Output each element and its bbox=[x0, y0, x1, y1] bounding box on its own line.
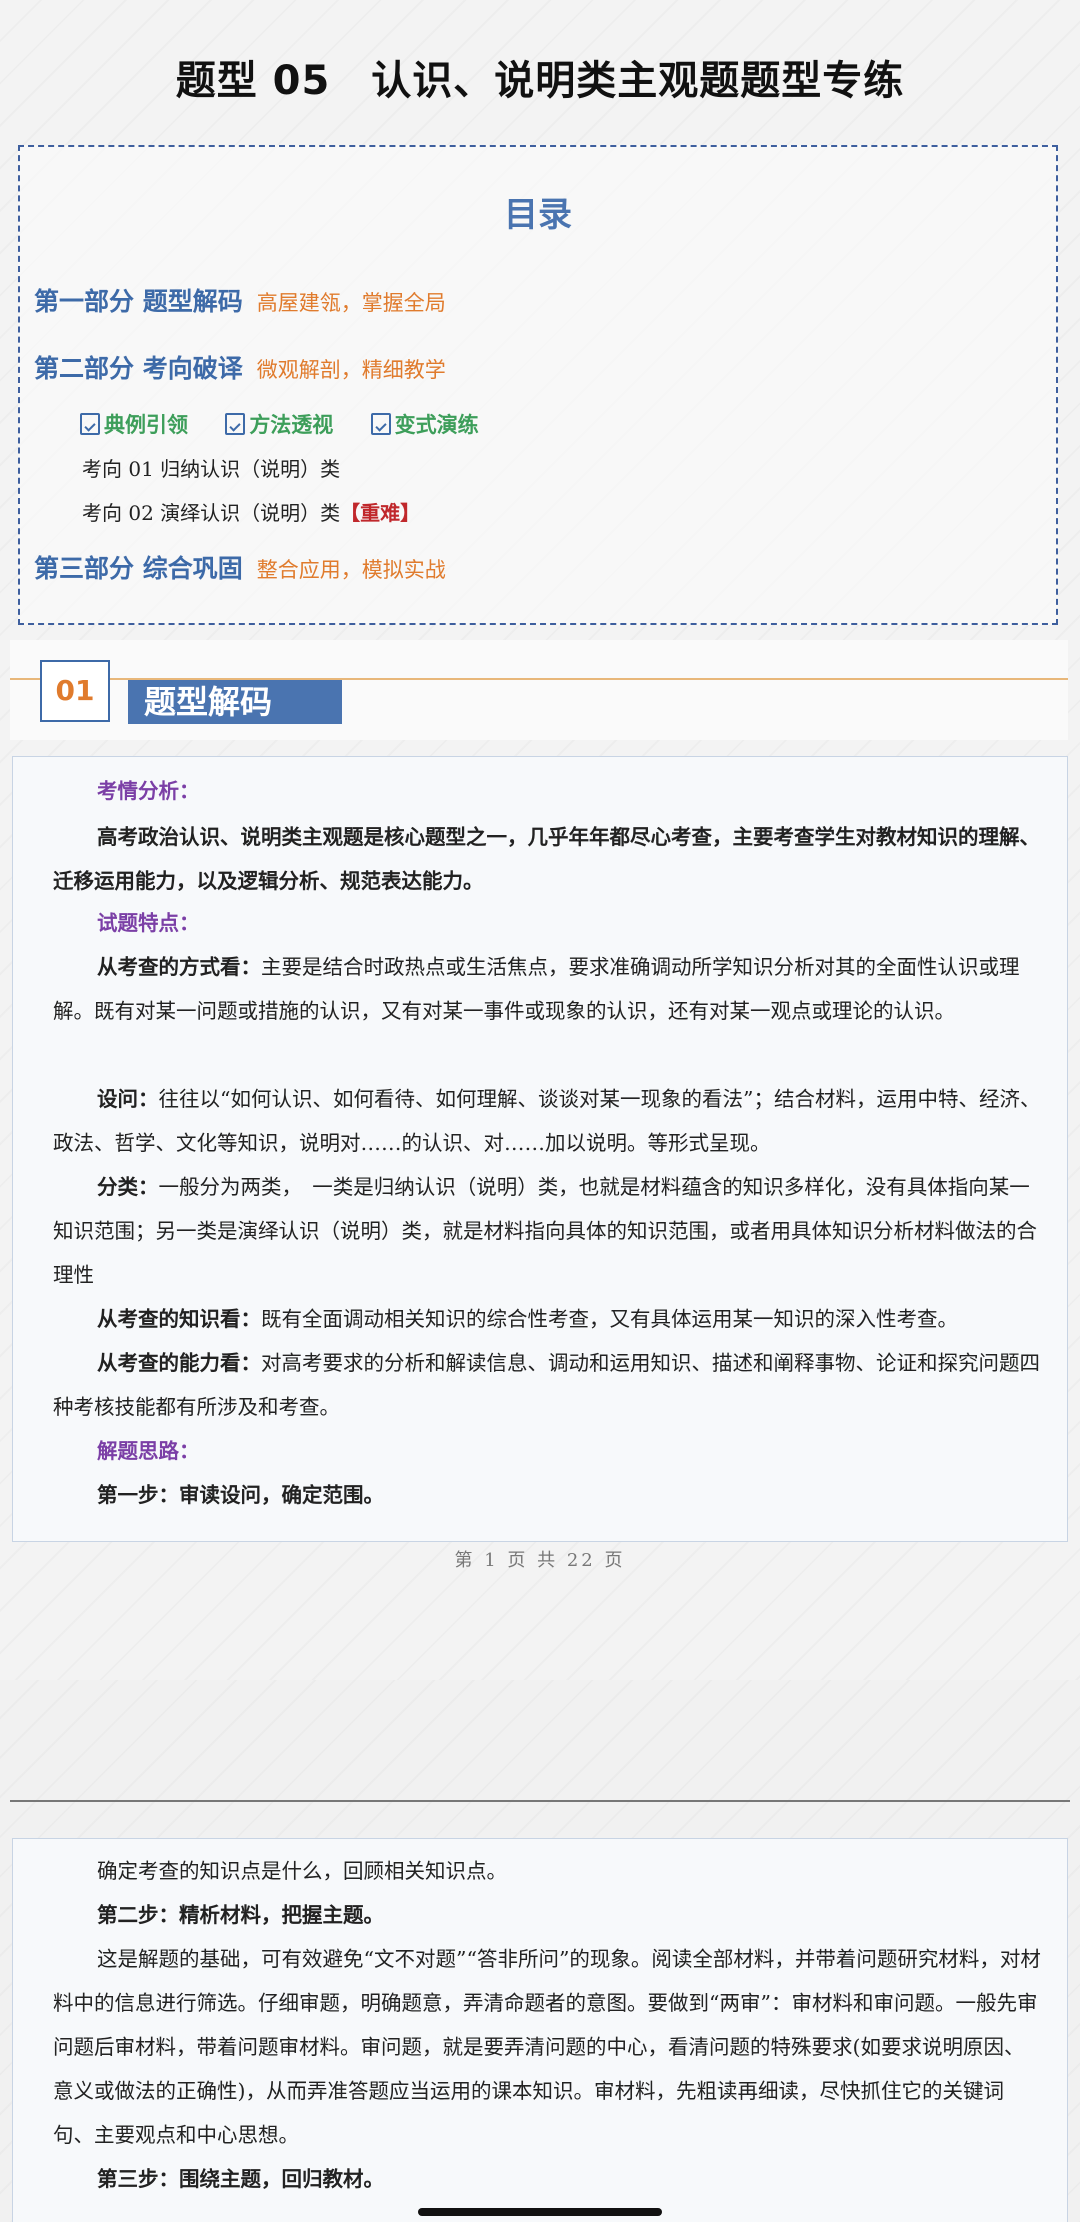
checklist-icon bbox=[80, 413, 100, 435]
paragraph-method: 从考查的方式看：主要是结合时政热点或生活焦点，要求准确调动所学知识分析对其的全面… bbox=[53, 955, 1020, 1023]
toc-item-methods[interactable]: 方法透视 bbox=[225, 413, 333, 437]
heading-features: 试题特点： bbox=[97, 911, 200, 935]
paragraph-intro: 高考政治认识、说明类主观题是核心题型之一，几乎年年都尽心考查，主要考查学生对教材… bbox=[53, 825, 1040, 893]
toc-direction-1[interactable]: 考向 01 归纳认识（说明）类 bbox=[82, 453, 340, 482]
section-header: 01 题型解码 bbox=[10, 640, 1068, 740]
toc-icon-row: 典例引领 方法透视 变式演练 bbox=[80, 409, 509, 439]
checklist-icon bbox=[225, 413, 246, 435]
toc-part-2[interactable]: 第二部分 考向破译 微观解剖，精细教学 bbox=[34, 349, 446, 385]
key-difficulty-tag: 【重难】 bbox=[340, 501, 421, 525]
page-footer: 第 1 页 共 22 页 bbox=[454, 1550, 626, 1571]
toc-heading: 目录 bbox=[504, 195, 572, 235]
paragraph-question: 设问：往往以“如何认识、如何看待、如何理解、谈谈对某一现象的看法”；结合材料，运… bbox=[53, 1087, 1041, 1155]
toc-part-3[interactable]: 第三部分 综合巩固 整合应用，模拟实战 bbox=[34, 549, 446, 585]
heading-solving: 解题思路： bbox=[97, 1439, 200, 1463]
toc-item-examples[interactable]: 典例引领 bbox=[80, 413, 188, 437]
table-of-contents: 目录 第一部分 题型解码 高屋建瓴，掌握全局 第二部分 考向破译 微观解剖，精细教学… bbox=[18, 145, 1058, 625]
toc-part-2-label: 第二部分 考向破译 bbox=[34, 354, 243, 383]
paragraph-knowledge: 从考查的知识看：既有全面调动相关知识的综合性考查，又有具体运用某一知识的深入性考… bbox=[97, 1307, 958, 1331]
toc-item-variants[interactable]: 变式演练 bbox=[370, 413, 479, 437]
step-1: 第一步：审读设问，确定范围。 bbox=[97, 1483, 384, 1507]
document-title: 题型 05 认识、说明类主观题题型专练 bbox=[175, 58, 905, 104]
paragraph-classification: 分类：一般分为两类， 一类是归纳认识（说明）类，也就是材料蕴含的知识多样化，没有… bbox=[53, 1175, 1037, 1287]
checklist-icon bbox=[370, 413, 391, 435]
heading-exam-analysis: 考情分析： bbox=[97, 779, 200, 803]
toc-part-3-label: 第三部分 综合巩固 bbox=[34, 554, 243, 583]
toc-part-1-label: 第一部分 题型解码 bbox=[34, 287, 243, 316]
toc-part-1-sub: 高屋建瓴，掌握全局 bbox=[256, 291, 446, 315]
section-number: 01 bbox=[40, 660, 110, 722]
step-2: 第二步：精析材料，把握主题。 bbox=[97, 1903, 384, 1927]
content-panel-2: 确定考查的知识点是什么，回顾相关知识点。 第二步：精析材料，把握主题。 这是解题… bbox=[12, 1838, 1068, 2222]
content-panel-1: 考情分析： 高考政治认识、说明类主观题是核心题型之一，几乎年年都尽心考查，主要考… bbox=[12, 756, 1068, 1542]
toc-direction-2[interactable]: 考向 02 演绎认识（说明）类【重难】 bbox=[82, 497, 420, 526]
toc-part-2-sub: 微观解剖，精细教学 bbox=[256, 358, 446, 382]
paragraph-ability: 从考查的能力看：对高考要求的分析和解读信息、调动和运用知识、描述和阐释事物、论证… bbox=[53, 1351, 1040, 1419]
section-title: 题型解码 bbox=[128, 680, 342, 724]
page-separator bbox=[10, 1800, 1070, 1802]
home-indicator[interactable] bbox=[418, 2208, 662, 2216]
page-1: 题型 05 认识、说明类主观题题型专练 目录 第一部分 题型解码 高屋建瓴，掌握全… bbox=[0, 0, 1080, 1680]
toc-part-1[interactable]: 第一部分 题型解码 高屋建瓴，掌握全局 bbox=[34, 282, 446, 318]
toc-part-3-sub: 整合应用，模拟实战 bbox=[256, 558, 446, 582]
paragraph-review: 确定考查的知识点是什么，回顾相关知识点。 bbox=[97, 1859, 507, 1883]
step-3: 第三步：围绕主题，回归教材。 bbox=[97, 2167, 384, 2191]
paragraph-material: 这是解题的基础，可有效避免“文不对题”“答非所问”的现象。阅读全部材料，并带着问… bbox=[53, 1947, 1041, 2147]
